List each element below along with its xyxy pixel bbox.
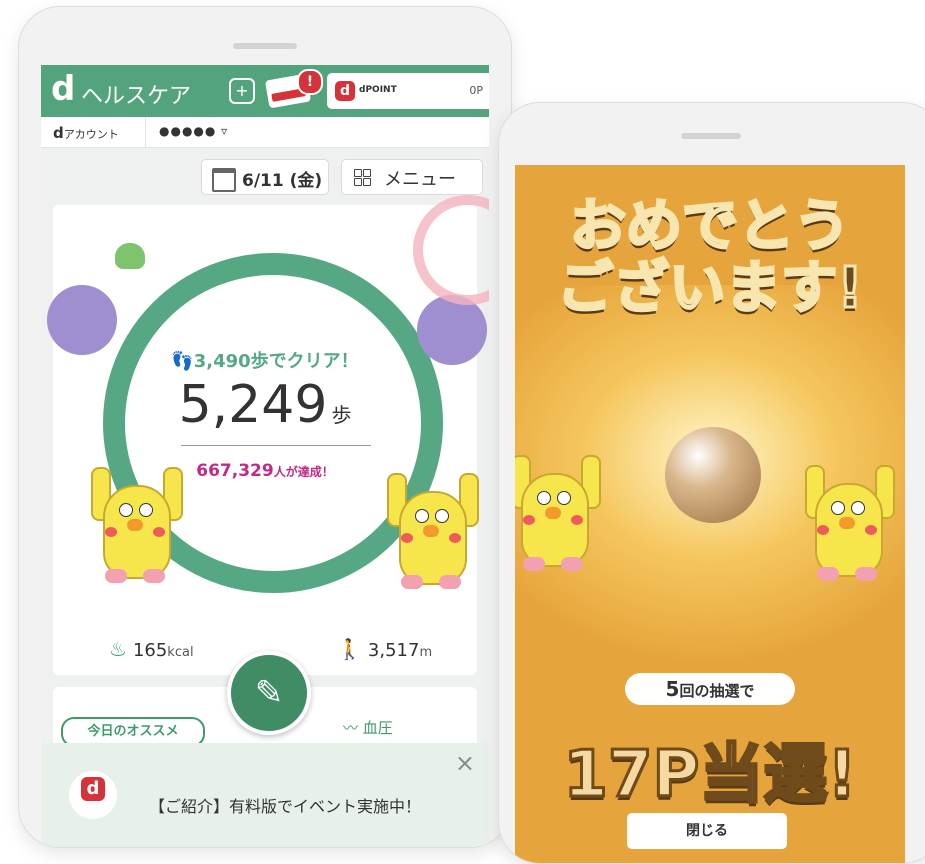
calories-unit: kcal (167, 645, 194, 660)
dpoint-logo-letter: d (81, 777, 105, 801)
left-phone: d ヘルスケア + ! d dPOINT 0P dアカウント ●●●●● ▿ 6… (18, 6, 512, 848)
promo-banner[interactable]: × d 【ご紹介】有料版でイベント実施中！ (41, 743, 489, 847)
d-logo-icon: d (51, 69, 76, 109)
divider (181, 445, 371, 446)
lottery-result-screen: おめでとう ございます! 5回の抽選で 17P当選! 閉じる (515, 165, 905, 863)
achievers-suffix: 人が達成！ (273, 465, 334, 479)
chick-left-illustration (515, 455, 601, 575)
dpoint-balance[interactable]: d dPOINT 0P (327, 73, 489, 109)
grid-icon (354, 169, 372, 187)
footprints-icon: 👣 (171, 351, 194, 372)
step-count-value: 5,249 (178, 375, 328, 435)
add-record-icon[interactable]: + (229, 78, 255, 104)
promo-text: 【ご紹介】有料版でイベント実施中！ (149, 797, 422, 816)
congrats-line-2: ございます! (556, 255, 865, 322)
rainbow-illustration (413, 195, 489, 305)
blood-pressure-label: 血圧 (362, 719, 393, 737)
blood-pressure-link[interactable]: 〰 血圧 (343, 717, 393, 738)
menu-label: メニュー (384, 169, 456, 190)
dpoint-logo-icon: d (335, 81, 355, 101)
walking-icon: 🚶 (337, 637, 362, 661)
pencil-icon: ✎ (254, 673, 284, 713)
date-button[interactable]: 6/11 (金) (201, 159, 329, 195)
close-button[interactable]: 閉じる (627, 813, 787, 849)
congrats-line-1: おめでとう (569, 193, 852, 260)
calendar-icon (212, 168, 236, 192)
chick-right-illustration (387, 473, 479, 593)
lottery-result: 17P当選! (562, 737, 858, 814)
edit-fab-button[interactable]: ✎ (227, 651, 311, 735)
step-count: 5,249 歩 (53, 375, 477, 435)
date-label: 6/11 (金) (242, 171, 323, 191)
frog-illustration (115, 243, 145, 269)
goal-label: 3,490歩でクリア！ (193, 351, 359, 372)
divider (145, 117, 146, 147)
menu-button[interactable]: メニュー (341, 159, 483, 195)
distance-value: 3,517 (367, 640, 420, 661)
dpoint-brand: dPOINT (359, 85, 397, 95)
alert-badge: ! (297, 69, 323, 95)
speaker-grille (681, 133, 741, 139)
step-unit: 歩 (331, 403, 352, 427)
distance-stat: 🚶 3,517m (337, 637, 432, 661)
speaker-grille (233, 43, 297, 49)
account-label: dアカウント (53, 124, 119, 142)
healthcare-screen: d ヘルスケア + ! d dPOINT 0P dアカウント ●●●●● ▿ 6… (41, 65, 489, 847)
close-icon[interactable]: × (455, 749, 475, 777)
account-label-text: アカウント (63, 128, 119, 141)
draws-text: 回の抽選で (679, 682, 755, 700)
dpoint-value: 0P (469, 84, 483, 97)
goal-text: 👣3,490歩でクリア！ (53, 347, 477, 373)
account-row[interactable]: dアカウント ●●●●● ▿ (41, 117, 489, 148)
hydrangea-left-illustration (47, 285, 117, 355)
draws-count-label: 5回の抽選で (625, 673, 795, 705)
steps-card: 👣3,490歩でクリア！ 5,249 歩 667,329人が達成！ ♨ 165k… (47, 195, 489, 675)
chick-right-illustration (805, 465, 895, 585)
app-title: ヘルスケア (81, 84, 192, 109)
draws-count: 5 (665, 677, 680, 701)
account-id: ●●●●● ▿ (159, 124, 229, 138)
flame-icon: ♨ (109, 637, 127, 661)
lottery-ball-illustration (665, 427, 761, 523)
calories-stat: ♨ 165kcal (109, 637, 194, 661)
account-d: d (53, 124, 64, 142)
pulse-icon: 〰 (343, 719, 363, 737)
calories-value: 165 (132, 640, 168, 661)
distance-unit: m (419, 645, 433, 660)
right-phone: おめでとう ございます! 5回の抽選で 17P当選! 閉じる (498, 102, 925, 864)
achievers-count: 667,329 (196, 461, 274, 481)
app-header: d ヘルスケア + ! d dPOINT 0P (41, 65, 489, 117)
chick-left-illustration (91, 467, 183, 587)
